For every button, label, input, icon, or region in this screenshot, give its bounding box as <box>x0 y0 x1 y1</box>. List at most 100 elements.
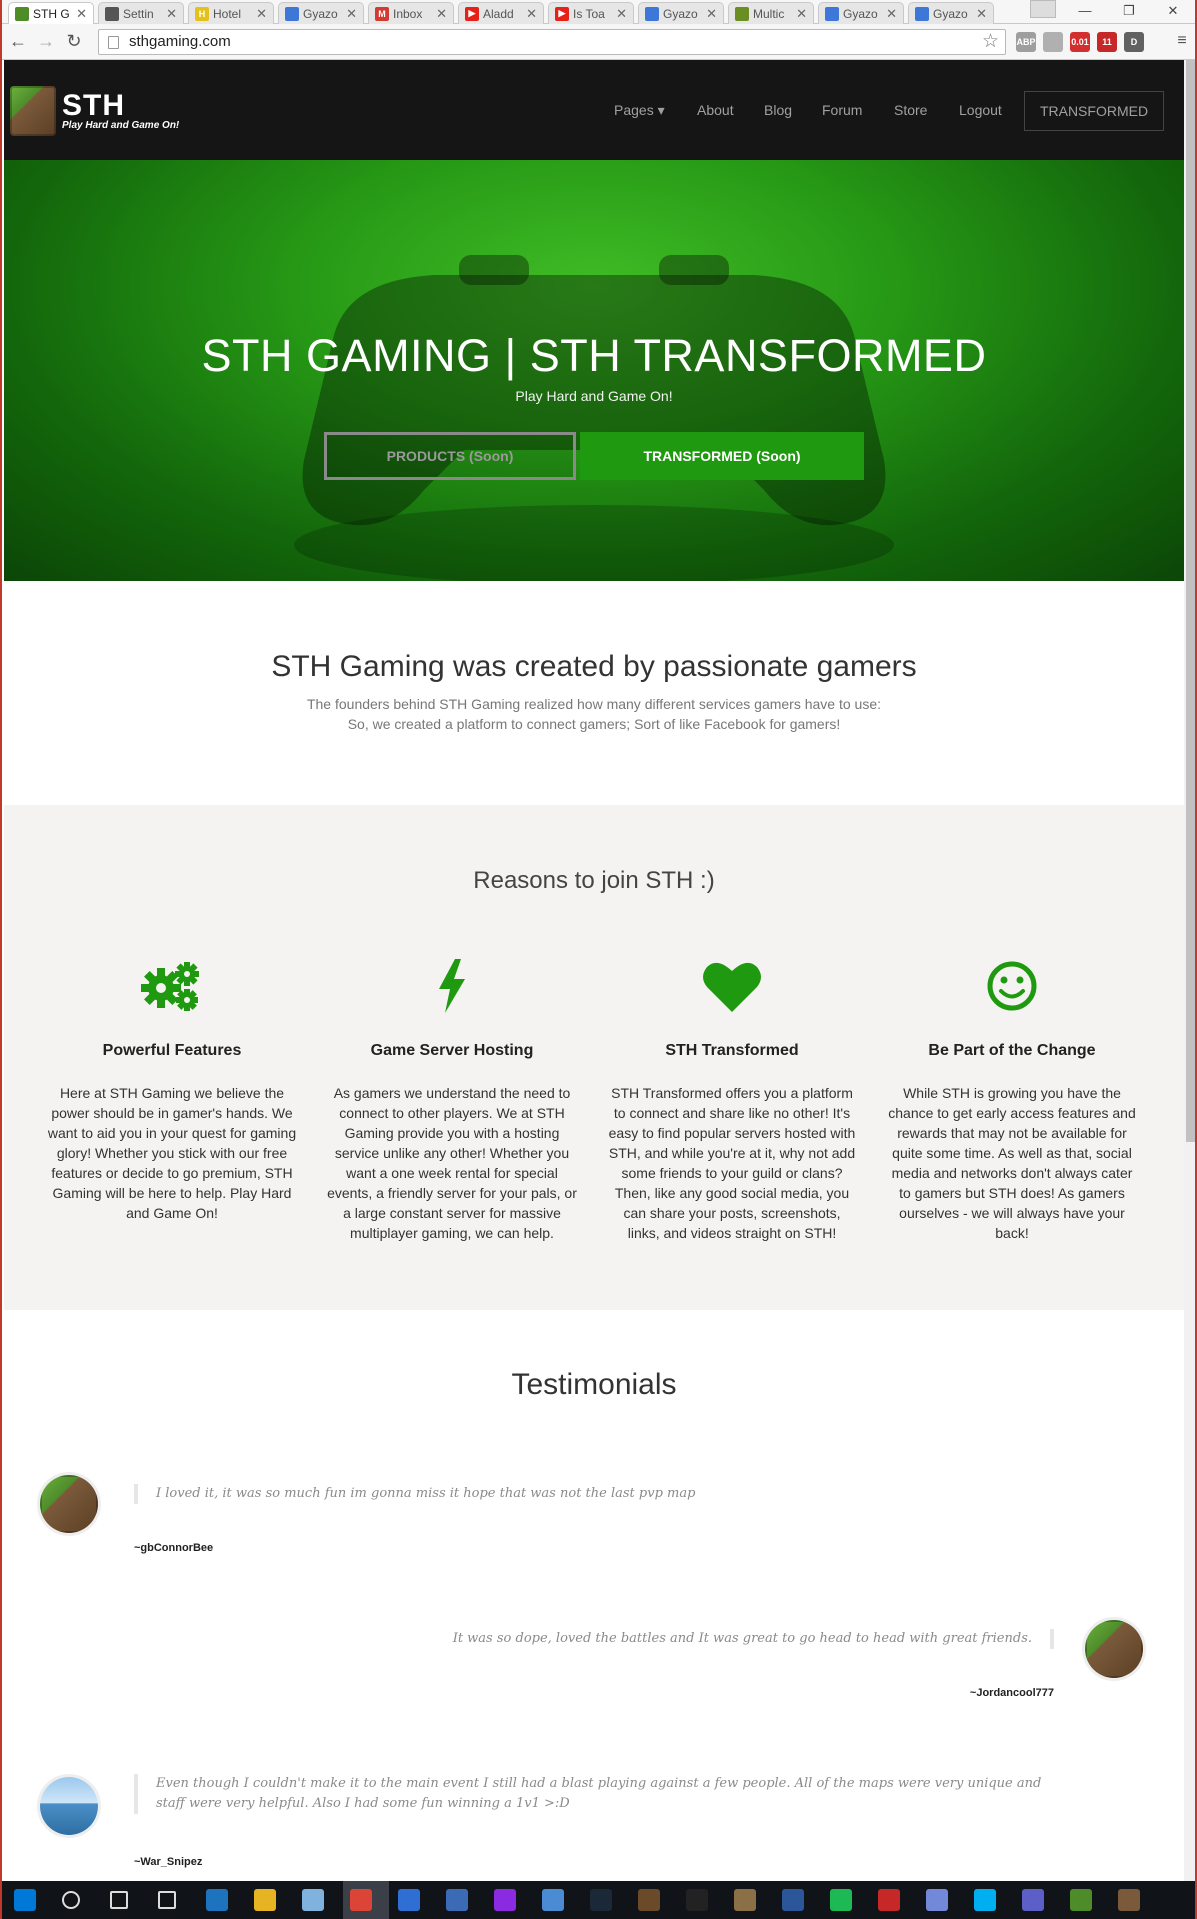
browser-tab[interactable]: H Hotel ✕ <box>188 2 274 24</box>
speed-ext-icon[interactable]: 0.01 <box>1070 32 1090 52</box>
app-icon[interactable] <box>446 1889 468 1911</box>
store-icon[interactable] <box>158 1891 176 1909</box>
word-icon[interactable] <box>782 1889 804 1911</box>
site-logo[interactable]: STH Play Hard and Game On! <box>10 86 179 136</box>
feature-title: STH Transformed <box>665 1042 799 1059</box>
minimize-button[interactable]: — <box>1070 3 1100 18</box>
page-scrollbar[interactable] <box>1184 60 1195 1881</box>
spotify-icon[interactable] <box>830 1889 852 1911</box>
tab-close-icon[interactable]: ✕ <box>796 6 807 22</box>
browser-tab[interactable]: Settin ✕ <box>98 2 184 24</box>
back-icon[interactable]: ← <box>8 32 28 50</box>
start-icon[interactable] <box>14 1889 36 1911</box>
tab-label: Multic <box>753 6 785 21</box>
tab-favicon-icon: M <box>375 6 389 21</box>
task-view-icon[interactable] <box>110 1891 128 1909</box>
minecraft-icon[interactable] <box>1070 1889 1092 1911</box>
close-window-button[interactable]: ✕ <box>1158 3 1188 19</box>
avatar <box>37 1472 101 1536</box>
products-button[interactable]: PRODUCTS (Soon) <box>324 432 576 480</box>
nav-store[interactable]: Store <box>894 102 927 118</box>
testimonial-author: ~gbConnorBee <box>134 1542 214 1554</box>
app-icon[interactable] <box>1118 1889 1140 1911</box>
restore-button[interactable]: ❐ <box>1114 3 1144 19</box>
tab-label: Hotel <box>213 6 242 21</box>
abp-icon[interactable]: ABP <box>1016 32 1036 52</box>
minecraft-icon[interactable] <box>638 1889 660 1911</box>
tab-strip: STH G ✕ Settin ✕ H Hotel ✕ Gyazo ✕ M Inbox ✕ ▶ Aladd ✕… <box>2 0 1195 24</box>
file-explorer-icon[interactable] <box>254 1889 276 1911</box>
chrome-menu-icon[interactable]: ≡ <box>1172 32 1192 50</box>
forward-icon[interactable]: → <box>36 32 56 50</box>
reload-icon[interactable]: ↻ <box>64 32 84 50</box>
voicemeeter-icon[interactable] <box>878 1889 900 1911</box>
browser-tab[interactable]: Gyazo ✕ <box>638 2 724 24</box>
browser-tab[interactable]: Gyazo ✕ <box>908 2 994 24</box>
app-icon[interactable] <box>302 1889 324 1911</box>
transformed-button[interactable]: TRANSFORMED (Soon) <box>580 432 864 480</box>
feature-title: Game Server Hosting <box>370 1042 534 1059</box>
logo-title: STH <box>62 88 125 122</box>
browser-tab[interactable]: M Inbox ✕ <box>368 2 454 24</box>
app-icon[interactable] <box>734 1889 756 1911</box>
app-icon[interactable] <box>1022 1889 1044 1911</box>
browser-tab[interactable]: Multic ✕ <box>728 2 814 24</box>
testimonial-author: ~War_Snipez <box>134 1856 203 1868</box>
feature-text: Here at STH Gaming we believe the power … <box>47 1085 297 1221</box>
testimonials-section: Testimonials I loved it, it was so much … <box>4 1310 1184 1880</box>
bookmark-star-icon[interactable]: ☆ <box>982 30 999 54</box>
nav-blog[interactable]: Blog <box>764 102 792 118</box>
search-icon[interactable] <box>62 1891 80 1909</box>
nav-about[interactable]: About <box>697 102 734 118</box>
about-title: STH Gaming was created by passionate gam… <box>271 650 917 683</box>
tab-close-icon[interactable]: ✕ <box>616 6 627 22</box>
app-icon[interactable] <box>542 1889 564 1911</box>
app-icon[interactable] <box>398 1889 420 1911</box>
tab-close-icon[interactable]: ✕ <box>166 6 177 22</box>
app-icon[interactable] <box>494 1889 516 1911</box>
feature-powerful-features: Powerful Features Here at STH Gaming we … <box>47 955 297 1223</box>
discord-icon[interactable] <box>926 1889 948 1911</box>
address-bar[interactable]: sthgaming.com ☆ <box>98 29 1006 55</box>
steam-icon[interactable] <box>590 1889 612 1911</box>
chrome-icon[interactable] <box>350 1889 372 1911</box>
tab-favicon-icon <box>915 6 929 21</box>
nav-logout[interactable]: Logout <box>959 102 1002 118</box>
browser-tab[interactable]: Gyazo ✕ <box>818 2 904 24</box>
tab-favicon-icon <box>825 6 839 21</box>
nav-transformed-button[interactable]: TRANSFORMED <box>1024 91 1164 131</box>
tab-label: Gyazo <box>303 6 338 21</box>
tab-close-icon[interactable]: ✕ <box>886 6 897 22</box>
profile-button[interactable] <box>1030 0 1056 18</box>
tab-close-icon[interactable]: ✕ <box>526 6 537 22</box>
chrome-ext-icon[interactable] <box>1043 32 1063 52</box>
tab-close-icon[interactable]: ✕ <box>976 6 987 22</box>
nav-pages-dropdown[interactable]: Pages ▾ <box>614 102 665 119</box>
browser-tab[interactable]: STH G ✕ <box>8 2 94 24</box>
browser-toolbar: ← → ↻ sthgaming.com ☆ ABP 0.01 11 D ≡ <box>2 24 1195 60</box>
site-navbar: STH Play Hard and Game On! Pages ▾ About… <box>4 60 1184 160</box>
browser-tab[interactable]: ▶ Aladd ✕ <box>458 2 544 24</box>
reasons-section: Reasons to join STH :) Powerful Features… <box>4 805 1184 1310</box>
hero-subtitle: Play Hard and Game On! <box>515 388 673 404</box>
tab-close-icon[interactable]: ✕ <box>76 6 87 22</box>
d-ext-icon[interactable]: D <box>1124 32 1144 52</box>
tab-label: Inbox <box>393 6 423 21</box>
browser-tab[interactable]: Gyazo ✕ <box>278 2 364 24</box>
feature-text: STH Transformed offers you a platform to… <box>608 1085 856 1241</box>
app-icon[interactable] <box>686 1889 708 1911</box>
tab-favicon-icon: ▶ <box>555 6 569 21</box>
page-icon <box>108 36 119 49</box>
edge-icon[interactable] <box>206 1889 228 1911</box>
smiley-icon <box>887 955 1137 1017</box>
mail-ext-icon[interactable]: 11 <box>1097 32 1117 52</box>
tab-close-icon[interactable]: ✕ <box>436 6 447 22</box>
tab-close-icon[interactable]: ✕ <box>706 6 717 22</box>
nav-forum[interactable]: Forum <box>822 102 862 118</box>
tab-close-icon[interactable]: ✕ <box>346 6 357 22</box>
tab-close-icon[interactable]: ✕ <box>256 6 267 22</box>
avatar <box>1082 1617 1146 1681</box>
scrollbar-thumb[interactable] <box>1186 60 1195 1142</box>
skype-icon[interactable] <box>974 1889 996 1911</box>
browser-tab[interactable]: ▶ Is Toa ✕ <box>548 2 634 24</box>
